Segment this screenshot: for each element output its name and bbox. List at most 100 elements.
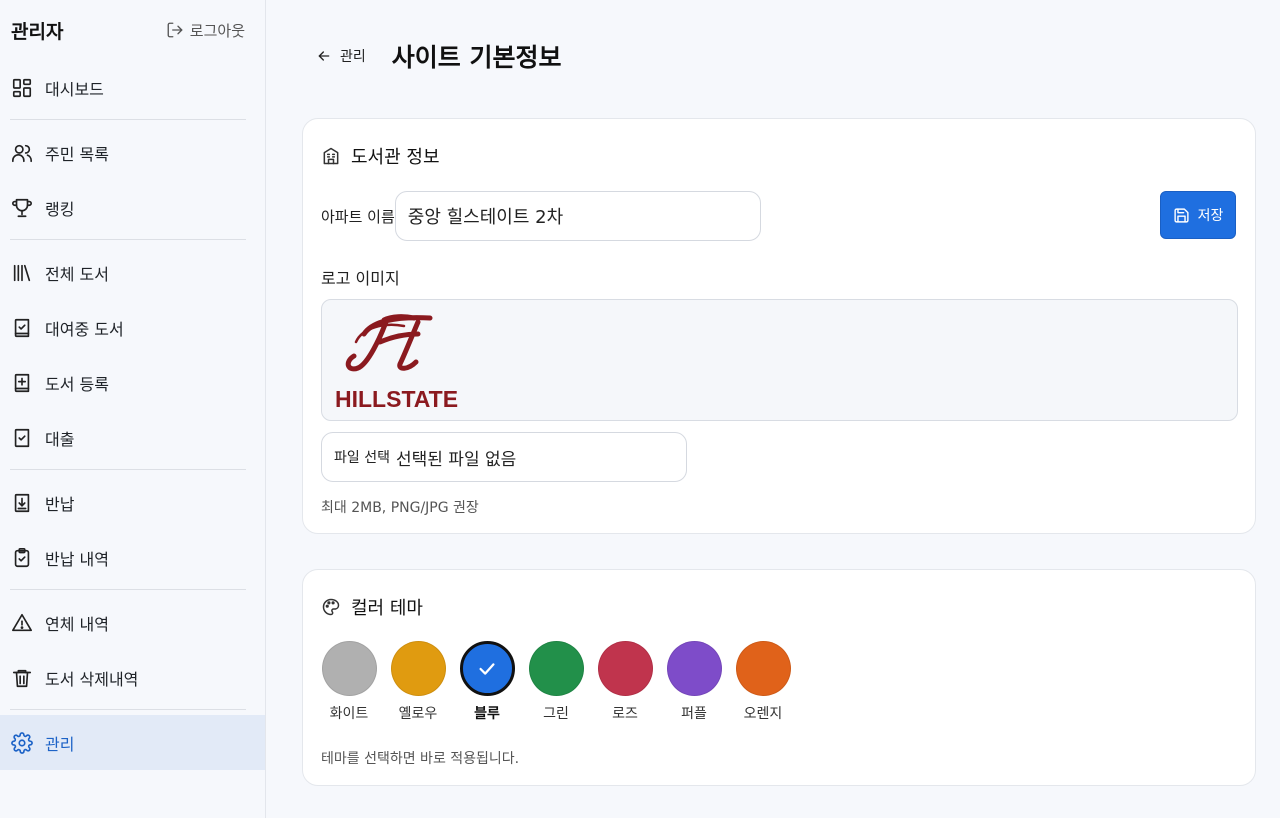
- theme-swatch-label: 블루: [474, 706, 500, 722]
- sidebar-item-label: 대시보드: [45, 79, 104, 99]
- sidebar-nav: 대시보드 주민 목록 랭킹 전체 도서 대여중 도서 도서 등록 대출 반납 반…: [0, 60, 265, 770]
- theme-color-circle[interactable]: [528, 641, 584, 696]
- theme-swatch[interactable]: 퍼플: [666, 641, 722, 723]
- logo-preview: HILLSTATE: [321, 299, 1238, 421]
- theme-swatch[interactable]: 로즈: [597, 641, 653, 723]
- trash-icon: [12, 669, 32, 687]
- theme-swatch-label: 화이트: [329, 706, 369, 722]
- back-link-label: 관리: [340, 49, 366, 65]
- nav-divider: [10, 119, 246, 120]
- sidebar-item-label: 대출: [45, 429, 75, 449]
- dashboard-icon: [12, 78, 32, 97]
- card-title-text: 도서관 정보: [351, 147, 440, 168]
- sidebar-item-residents[interactable]: 주민 목록: [0, 125, 265, 180]
- sidebar-item-label: 도서 삭제내역: [45, 669, 139, 689]
- library-info-card-title: 도서관 정보: [321, 143, 440, 169]
- theme-swatch-label: 옐로우: [398, 706, 438, 722]
- sidebar: 관리자 로그아웃 대시보드 주민 목록 랭킹 전체 도서 대여중 도서 도서 등…: [0, 0, 266, 818]
- theme-swatch[interactable]: 그린: [528, 641, 584, 723]
- theme-swatch-label: 퍼플: [681, 706, 707, 722]
- theme-swatches: 화이트 옐로우 블루 그린 로즈 퍼플 오렌지: [321, 641, 791, 723]
- apt-name-label: 아파트 이름: [321, 207, 395, 226]
- color-theme-card-title: 컬러 테마: [321, 594, 423, 620]
- page-header: 관리 사이트 기본정보: [316, 38, 561, 74]
- sidebar-item-all-books[interactable]: 전체 도서: [0, 245, 265, 300]
- back-link[interactable]: 관리: [316, 46, 366, 66]
- sidebar-item-label: 도서 등록: [45, 374, 109, 394]
- book-plus-icon: [14, 373, 30, 392]
- theme-color-circle[interactable]: [459, 641, 515, 696]
- library-icon: [13, 264, 31, 281]
- theme-swatch[interactable]: 화이트: [321, 641, 377, 723]
- sidebar-item-label: 대여중 도서: [45, 319, 124, 339]
- sidebar-item-return[interactable]: 반납: [0, 475, 265, 530]
- theme-swatch-label: 오렌지: [743, 706, 783, 722]
- sidebar-item-label: 전체 도서: [45, 264, 109, 284]
- file-status-text: 선택된 파일 없음: [395, 449, 517, 470]
- file-select-button[interactable]: 파일 선택: [334, 447, 390, 467]
- check-icon: [479, 662, 495, 675]
- hillstate-logo: HILLSTATE: [335, 314, 458, 412]
- theme-color-circle[interactable]: [321, 641, 377, 696]
- sidebar-item-rented-books[interactable]: 대여중 도서: [0, 300, 265, 355]
- save-button-label: 저장: [1197, 207, 1224, 223]
- palette-icon: [322, 598, 340, 616]
- theme-color-circle[interactable]: [666, 641, 722, 696]
- sidebar-item-loan[interactable]: 대출: [0, 410, 265, 465]
- theme-swatch[interactable]: 오렌지: [735, 641, 791, 723]
- save-icon: [1174, 207, 1189, 223]
- theme-swatch-label: 로즈: [612, 706, 638, 722]
- users-icon: [12, 144, 32, 162]
- nav-divider: [10, 709, 246, 710]
- card-title-text: 컬러 테마: [351, 598, 423, 619]
- book-check-icon: [14, 318, 30, 337]
- apt-name-input[interactable]: [394, 191, 761, 241]
- library-info-card: 도서관 정보 아파트 이름 저장 로고 이미지 HILLSTATE 파일 선택 …: [302, 118, 1256, 534]
- theme-swatch[interactable]: 블루: [459, 641, 515, 723]
- file-input[interactable]: 파일 선택 선택된 파일 없음: [321, 432, 687, 482]
- sidebar-item-deleted-books[interactable]: 도서 삭제내역: [0, 650, 265, 705]
- nav-divider: [10, 469, 246, 470]
- color-theme-card: 컬러 테마 화이트 옐로우 블루 그린 로즈 퍼플 오렌지 테마를 선택하면 바로 적용됩니…: [302, 569, 1256, 786]
- logout-label: 로그아웃: [189, 21, 245, 40]
- theme-swatch-label: 그린: [543, 706, 569, 722]
- sidebar-item-register-book[interactable]: 도서 등록: [0, 355, 265, 410]
- sidebar-item-label: 주민 목록: [45, 144, 109, 164]
- logo-wordmark: HILLSTATE: [335, 386, 458, 412]
- theme-swatch[interactable]: 옐로우: [390, 641, 446, 723]
- sidebar-header: 관리자 로그아웃: [0, 0, 265, 60]
- building-icon: [323, 147, 339, 165]
- clipboard-check-icon: [14, 547, 30, 567]
- warning-icon: [12, 613, 32, 631]
- sidebar-item-label: 연체 내역: [45, 614, 109, 634]
- sidebar-item-label: 랭킹: [45, 199, 75, 219]
- sidebar-item-label: 반납 내역: [45, 549, 109, 569]
- gear-icon: [11, 731, 33, 754]
- theme-color-circle[interactable]: [735, 641, 791, 696]
- sidebar-item-overdue[interactable]: 연체 내역: [0, 595, 265, 650]
- theme-hint: 테마를 선택하면 바로 적용됩니다.: [321, 751, 520, 767]
- main-content: 관리 사이트 기본정보 도서관 정보 아파트 이름 저장 로고 이미지 HILL…: [266, 0, 1280, 818]
- logo-image-label: 로고 이미지: [321, 269, 400, 288]
- apt-name-row: 아파트 이름: [321, 191, 761, 241]
- logout-icon: [167, 22, 183, 38]
- checkbox-icon: [14, 428, 30, 447]
- download-box-icon: [14, 493, 30, 512]
- nav-divider: [10, 239, 246, 240]
- sidebar-title: 관리자: [11, 20, 64, 43]
- arrow-left-icon: [318, 51, 330, 61]
- page-title: 사이트 기본정보: [391, 43, 562, 72]
- nav-divider: [10, 589, 246, 590]
- file-hint: 최대 2MB, PNG/JPG 권장: [321, 500, 479, 516]
- trophy-icon: [12, 198, 32, 217]
- theme-color-circle[interactable]: [597, 641, 653, 696]
- sidebar-item-label: 반납: [45, 494, 75, 514]
- sidebar-item-return-history[interactable]: 반납 내역: [0, 530, 265, 585]
- save-button[interactable]: 저장: [1160, 191, 1236, 239]
- theme-color-circle[interactable]: [390, 641, 446, 696]
- sidebar-item-admin[interactable]: 관리: [0, 715, 265, 770]
- sidebar-item-label: 관리: [45, 734, 75, 754]
- sidebar-item-dashboard[interactable]: 대시보드: [0, 60, 265, 115]
- sidebar-item-ranking[interactable]: 랭킹: [0, 180, 265, 235]
- logout-button[interactable]: 로그아웃: [166, 20, 245, 41]
